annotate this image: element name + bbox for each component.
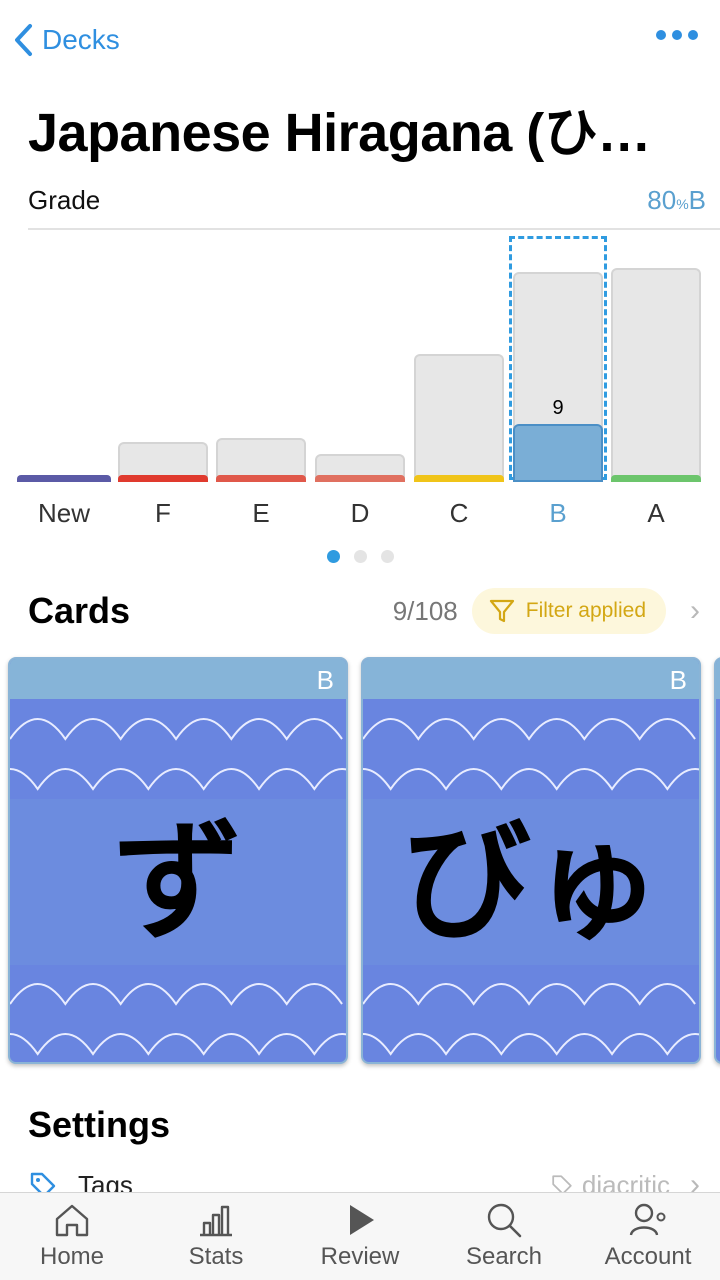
stats-icon: [200, 1205, 232, 1237]
card-kana: ず: [112, 806, 243, 958]
wave-pattern-icon: [10, 983, 346, 1056]
bar-selected-fill: [513, 424, 603, 482]
bar-color-strip: [17, 475, 111, 482]
chart-bar-c[interactable]: [414, 354, 504, 482]
card-grade: B: [316, 665, 334, 695]
cards-count: 9/108: [392, 595, 458, 626]
page-indicator: [0, 550, 720, 563]
x-tick-label: A: [647, 498, 665, 528]
card-header: [716, 659, 720, 699]
cards-title: Cards: [28, 590, 131, 631]
page-dot: [380, 550, 394, 563]
chart-bar-f[interactable]: [118, 442, 208, 482]
tab-stats[interactable]: Stats: [144, 1193, 288, 1280]
bar-color-strip: [216, 475, 306, 482]
grade-letter: B: [688, 184, 706, 215]
cards-header: Cards 9/108 Filter applied ›: [28, 586, 700, 636]
play-icon: [350, 1205, 374, 1235]
card-face: ず: [10, 799, 346, 965]
tab-account[interactable]: Account: [576, 1193, 720, 1280]
bar-color-strip: [315, 475, 405, 482]
tab-review[interactable]: Review: [288, 1193, 432, 1280]
bar-color-strip: [414, 475, 504, 482]
card-header: B: [363, 659, 699, 699]
tab-label: Stats: [188, 1243, 244, 1270]
filter-applied-button[interactable]: Filter applied: [471, 588, 666, 634]
filter-icon: [489, 599, 514, 623]
x-tick-label: E: [252, 498, 270, 528]
home-icon: [55, 1204, 89, 1237]
x-tick-label: D: [350, 498, 370, 528]
chart-bar-new[interactable]: [17, 474, 111, 482]
card-face: びゅ: [363, 799, 699, 965]
grade-percent: 80: [647, 184, 677, 215]
page-dot: [326, 550, 340, 563]
account-settings-icon: [629, 1203, 666, 1236]
wave-pattern-icon: [363, 718, 699, 791]
wave-pattern-icon: [363, 983, 699, 1056]
x-tick-label: F: [155, 498, 171, 528]
chevron-left-icon: [15, 24, 32, 56]
flashcard[interactable]: B ず: [8, 657, 348, 1064]
filter-label: Filter applied: [525, 599, 646, 622]
bar-color-strip: [118, 475, 208, 482]
chart-bar-b[interactable]: 9: [513, 272, 603, 482]
flashcard-peek[interactable]: [714, 657, 720, 1064]
tab-bar: Home Stats Review Search Account: [0, 1192, 720, 1280]
grade-distribution-chart: 9: [0, 230, 720, 482]
percent-sign: %: [676, 195, 689, 212]
grade-row: Grade 80%B: [28, 180, 706, 220]
chart-bar-e[interactable]: [216, 438, 306, 482]
tab-label: Search: [465, 1243, 543, 1270]
tab-label: Account: [604, 1243, 692, 1270]
chart-bar-a[interactable]: [611, 268, 701, 482]
card-grade: B: [669, 665, 687, 695]
search-icon: [487, 1203, 522, 1238]
grade-value: 80%B: [647, 185, 706, 216]
deck-title: Japanese Hiragana (ひ…: [28, 103, 651, 163]
back-button[interactable]: Decks: [12, 18, 120, 62]
more-options-button[interactable]: [656, 30, 698, 40]
chevron-right-icon[interactable]: ›: [690, 594, 700, 628]
bar-count-label: 9: [552, 397, 564, 419]
x-tick-label: New: [37, 498, 90, 528]
card-header: B: [10, 659, 346, 699]
chart-x-axis: New F E D C B A: [0, 498, 720, 538]
card-kana: びゅ: [400, 806, 661, 958]
x-tick-label: C: [449, 498, 469, 528]
tab-search[interactable]: Search: [432, 1193, 576, 1280]
more-dot-icon: [672, 30, 682, 40]
tab-home[interactable]: Home: [0, 1193, 144, 1280]
wave-pattern-icon: [10, 718, 346, 791]
grade-label: Grade: [28, 184, 101, 215]
flashcard[interactable]: B びゅ: [361, 657, 701, 1064]
back-label: Decks: [42, 24, 120, 55]
tab-label: Review: [320, 1243, 400, 1270]
chart-bar-d[interactable]: [315, 454, 405, 482]
more-dot-icon: [688, 30, 698, 40]
page-dot: [353, 550, 367, 563]
x-tick-label: B: [549, 498, 567, 528]
tab-label: Home: [39, 1243, 105, 1270]
bar-color-strip: [611, 475, 701, 482]
settings-title: Settings: [28, 1104, 171, 1145]
more-dot-icon: [656, 30, 666, 40]
